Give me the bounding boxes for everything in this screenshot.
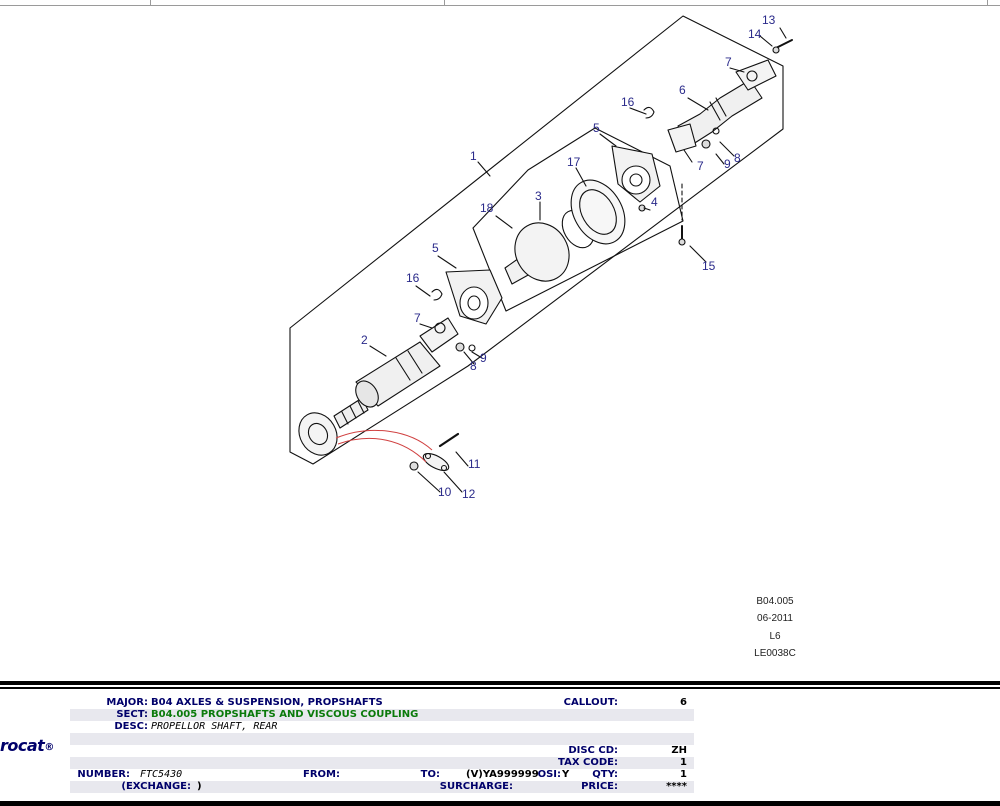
info-row-sect: SECT: B04.005 PROPSHAFTS AND VISCOUS COU…	[70, 709, 694, 721]
surcharge-label: SURCHARGE:	[439, 781, 513, 792]
callout-field-label: CALLOUT:	[563, 697, 618, 708]
exploded-parts-diagram: 1 2 3 4 5 5 6 7 7 7 8 8 9 9 10 11 12 13 …	[0, 6, 1000, 678]
desc-value: PROPELLOR SHAFT, REAR	[151, 721, 278, 732]
part-info-panel: MAJOR: B04 AXLES & SUSPENSION, PROPSHAFT…	[70, 693, 694, 797]
callout-8-rear: 8	[734, 151, 741, 165]
callout-13: 13	[762, 13, 776, 27]
price-value: ****	[666, 781, 687, 792]
part-number-value[interactable]: FTC5430	[140, 769, 182, 781]
sect-label: SECT:	[116, 709, 148, 720]
callout-11: 11	[468, 457, 481, 471]
divider-bar	[0, 681, 1000, 685]
info-row-tax: TAX CODE: 1	[70, 757, 694, 769]
brand-logo: rocat®	[0, 736, 54, 755]
callout-9-front: 9	[480, 351, 487, 365]
from-label: FROM:	[303, 769, 340, 780]
registered-mark: ®	[44, 742, 54, 753]
diagram-illustration-id: LE0038C	[754, 648, 796, 659]
diagram-variant: L6	[769, 631, 781, 642]
to-label: TO:	[420, 769, 440, 780]
exchange-value: )	[197, 781, 202, 792]
callout-5-front: 5	[432, 241, 439, 255]
info-row-major: MAJOR: B04 AXLES & SUSPENSION, PROPSHAFT…	[70, 697, 694, 709]
to-value: (V)YA999999	[466, 769, 539, 780]
callout-15: 15	[702, 259, 716, 273]
info-row-blank	[70, 733, 694, 745]
disc-cd-value: ZH	[671, 745, 687, 756]
info-row-desc: DESC: PROPELLOR SHAFT, REAR	[70, 721, 694, 733]
callout-12: 12	[462, 487, 476, 501]
callout-6: 6	[679, 83, 686, 97]
major-value: B04 AXLES & SUSPENSION, PROPSHAFTS	[151, 697, 383, 708]
callout-3: 3	[535, 189, 542, 203]
top-strip-divider	[150, 0, 151, 5]
tax-code-value: 1	[680, 757, 687, 768]
callout-16-rear: 16	[621, 95, 635, 109]
callout-17: 17	[567, 155, 581, 169]
exchange-label: (EXCHANGE:	[121, 781, 191, 792]
callout-14: 14	[748, 27, 762, 41]
callout-5-rear: 5	[593, 121, 600, 135]
callout-16-front: 16	[406, 271, 420, 285]
tax-code-label: TAX CODE:	[558, 757, 618, 768]
callout-7-front: 7	[414, 311, 421, 325]
callout-7-middle: 7	[697, 159, 704, 173]
price-label: PRICE:	[581, 781, 618, 792]
detail-lines	[335, 429, 433, 463]
callout-2: 2	[361, 333, 368, 347]
number-label: NUMBER:	[77, 769, 130, 780]
desc-label: DESC:	[114, 721, 148, 732]
callout-7-rear: 7	[725, 55, 732, 69]
propshaft-illustration: 1 2 3 4 5 5 6 7 7 7 8 8 9 9 10 11 12 13 …	[289, 13, 793, 501]
top-strip-divider	[444, 0, 445, 5]
callout-4: 4	[651, 195, 658, 209]
major-label: MAJOR:	[106, 697, 148, 708]
brand-logo-text: rocat	[0, 736, 45, 755]
bottom-bar	[0, 801, 1000, 806]
callout-9-rear: 9	[724, 157, 731, 171]
callout-10: 10	[438, 485, 452, 499]
info-row-number: NUMBER: FTC5430 FROM: TO: (V)YA999999 OS…	[70, 769, 694, 781]
sect-value: B04.005 PROPSHAFTS AND VISCOUS COUPLING	[151, 709, 419, 720]
callout-8-front: 8	[470, 359, 477, 373]
diagram-section-code: B04.005	[756, 596, 794, 607]
qty-label: QTY:	[592, 769, 618, 780]
info-row-disc: DISC CD: ZH	[70, 745, 694, 757]
callout-field-value: 6	[680, 697, 687, 708]
top-strip-divider	[987, 0, 988, 5]
qty-value: 1	[680, 769, 687, 780]
diagram-date: 06-2011	[757, 613, 793, 624]
disc-cd-label: DISC CD:	[568, 745, 618, 756]
divider-bar	[0, 687, 1000, 689]
callout-1: 1	[470, 149, 477, 163]
info-row-exchange: (EXCHANGE: ) SURCHARGE: PRICE: ****	[70, 781, 694, 793]
callout-18: 18	[480, 201, 494, 215]
